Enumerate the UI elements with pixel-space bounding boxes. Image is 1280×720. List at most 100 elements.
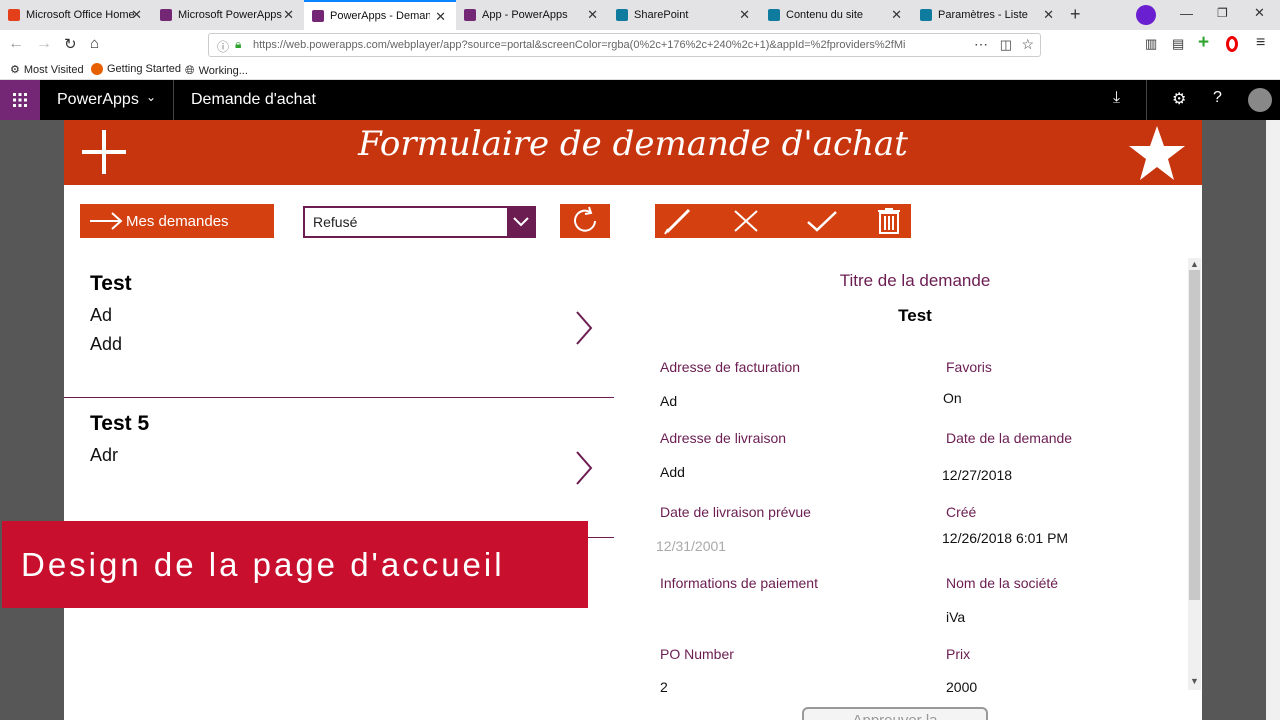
chevron-right-icon[interactable] bbox=[574, 310, 594, 346]
product-name[interactable]: PowerApps bbox=[57, 91, 139, 109]
divider bbox=[1146, 80, 1147, 120]
page-actions-icon[interactable]: ⋯ bbox=[974, 36, 988, 53]
menu-icon[interactable]: ≡ bbox=[1256, 34, 1265, 52]
request-date-label: Date de la demande bbox=[946, 430, 1073, 446]
tab-label: Paramètres - Liste bbox=[938, 9, 1028, 21]
back-icon[interactable]: ← bbox=[8, 35, 24, 53]
browser-tab[interactable]: Contenu du site ✕ bbox=[760, 0, 912, 30]
avatar[interactable] bbox=[1248, 88, 1272, 112]
extension-plus-icon[interactable]: + bbox=[1198, 32, 1209, 54]
title-value: Test bbox=[898, 306, 932, 325]
globe-icon: 🌐︎ bbox=[185, 63, 195, 77]
library-icon[interactable]: ▥ bbox=[1145, 36, 1157, 52]
bookmark-most-visited[interactable]: ⚙ Most Visited bbox=[10, 63, 84, 77]
bookmark-label: Working... bbox=[198, 64, 248, 77]
private-mask-icon bbox=[1136, 5, 1156, 25]
browser-tab[interactable]: Microsoft PowerApps ✕ bbox=[152, 0, 304, 30]
tab-label: PowerApps - Demande bbox=[330, 10, 430, 22]
price-value: 2000 bbox=[946, 679, 978, 695]
help-icon[interactable]: ? bbox=[1213, 89, 1222, 107]
refresh-icon bbox=[574, 206, 596, 232]
bookmark-star-icon[interactable]: ☆ bbox=[1021, 36, 1034, 53]
scrollbar-thumb[interactable] bbox=[1189, 270, 1200, 600]
company-label: Nom de la société bbox=[946, 575, 1059, 591]
checkmark-icon bbox=[807, 211, 837, 232]
close-icon[interactable]: ✕ bbox=[739, 7, 750, 23]
divider bbox=[173, 80, 174, 120]
download-icon[interactable]: ⤓ bbox=[1113, 89, 1120, 107]
close-icon[interactable]: ✕ bbox=[435, 9, 446, 25]
opera-icon[interactable] bbox=[1226, 36, 1238, 52]
shipping-value: Add bbox=[660, 464, 685, 480]
sharepoint-icon bbox=[920, 9, 932, 21]
info-icon[interactable]: ⓘ bbox=[217, 38, 229, 55]
sidebar-icon[interactable]: ▤ bbox=[1172, 36, 1184, 52]
browser-tab[interactable]: App - PowerApps ✕ bbox=[456, 0, 608, 30]
approve-label: Approuver la bbox=[852, 712, 937, 720]
tab-label: Microsoft Office Home bbox=[26, 9, 135, 21]
close-icon[interactable]: ✕ bbox=[131, 7, 142, 23]
powerapps-header: PowerApps ⌄ Demande d'achat ⤓ ⚙ ? bbox=[0, 80, 1280, 120]
created-label: Créé bbox=[946, 504, 977, 520]
close-icon[interactable]: ✕ bbox=[1043, 7, 1054, 23]
sharepoint-icon bbox=[768, 9, 780, 21]
reload-icon[interactable]: ↻ bbox=[64, 35, 77, 53]
trash-icon bbox=[878, 208, 900, 234]
browser-tab[interactable]: SharePoint ✕ bbox=[608, 0, 760, 30]
page-scrollbar[interactable] bbox=[1266, 120, 1280, 720]
close-icon[interactable]: ✕ bbox=[587, 7, 598, 23]
item-line: Add bbox=[90, 334, 123, 354]
sharepoint-icon bbox=[616, 9, 628, 21]
approve-button[interactable]: Approuver la bbox=[802, 707, 988, 720]
price-label: Prix bbox=[946, 646, 971, 662]
browser-tab[interactable]: Microsoft Office Home ✕ bbox=[0, 0, 152, 30]
save-button[interactable] bbox=[805, 209, 839, 238]
expected-date-value: 12/31/2001 bbox=[656, 538, 727, 554]
star-icon[interactable] bbox=[1127, 124, 1187, 187]
item-line: Adr bbox=[90, 445, 119, 465]
app-title: Formulaire de demande d'achat bbox=[358, 124, 908, 164]
list-item[interactable]: Test 5 Adr bbox=[64, 398, 614, 538]
home-icon[interactable]: ⌂ bbox=[90, 35, 99, 52]
browser-tab[interactable]: Paramètres - Liste ✕ bbox=[912, 0, 1064, 30]
chevron-down-icon[interactable]: ⌄ bbox=[146, 90, 156, 104]
my-requests-label: Mes demandes bbox=[126, 212, 229, 230]
address-bar[interactable]: ⓘ 🔒︎ https://web.powerapps.com/webplayer… bbox=[208, 33, 1041, 57]
detail-form: Titre de la demande Test Adresse de fact… bbox=[655, 258, 1185, 720]
scroll-up-icon[interactable]: ▲ bbox=[1190, 259, 1199, 269]
scroll-down-icon[interactable]: ▼ bbox=[1190, 676, 1199, 686]
refresh-button[interactable] bbox=[560, 204, 610, 238]
url-text[interactable]: https://web.powerapps.com/webplayer/app?… bbox=[253, 39, 905, 51]
settings-icon[interactable]: ⚙ bbox=[1172, 89, 1186, 109]
close-icon[interactable]: ✕ bbox=[891, 7, 902, 23]
forward-icon[interactable]: → bbox=[36, 35, 52, 53]
cancel-button[interactable] bbox=[733, 209, 759, 238]
pencil-icon bbox=[664, 208, 691, 235]
window-close-icon[interactable]: ✕ bbox=[1254, 5, 1265, 21]
app-launcher-icon[interactable] bbox=[0, 80, 40, 120]
form-scrollbar[interactable]: ▲ ▼ bbox=[1188, 258, 1201, 690]
favorites-value: On bbox=[943, 390, 962, 406]
request-date-value: 12/27/2018 bbox=[942, 467, 1013, 483]
tab-label: App - PowerApps bbox=[482, 9, 568, 21]
firefox-icon bbox=[91, 63, 103, 75]
minimize-icon[interactable]: — bbox=[1180, 6, 1193, 21]
list-item[interactable]: Test Ad Add bbox=[64, 258, 614, 398]
po-number-label: PO Number bbox=[660, 646, 734, 662]
edit-button[interactable] bbox=[661, 207, 693, 240]
billing-label: Adresse de facturation bbox=[660, 359, 801, 375]
restore-icon[interactable]: ❐ bbox=[1217, 6, 1228, 20]
pocket-icon[interactable]: ◫ bbox=[1000, 37, 1012, 53]
chevron-right-icon[interactable] bbox=[574, 450, 594, 486]
bookmark-getting-started[interactable]: Getting Started bbox=[91, 63, 181, 75]
new-tab-icon[interactable]: + bbox=[1070, 4, 1081, 25]
close-icon[interactable]: ✕ bbox=[283, 7, 294, 23]
delete-button[interactable] bbox=[877, 207, 901, 240]
my-requests-button[interactable]: Mes demandes bbox=[80, 204, 274, 238]
status-filter-dropdown[interactable]: Refusé bbox=[303, 206, 536, 238]
chevron-down-icon[interactable] bbox=[507, 208, 534, 236]
billing-value: Ad bbox=[660, 393, 678, 409]
bookmark-working[interactable]: 🌐︎ Working... bbox=[185, 63, 248, 78]
browser-tab-active[interactable]: PowerApps - Demande ✕ bbox=[304, 0, 456, 30]
powerapps-icon bbox=[464, 9, 476, 21]
